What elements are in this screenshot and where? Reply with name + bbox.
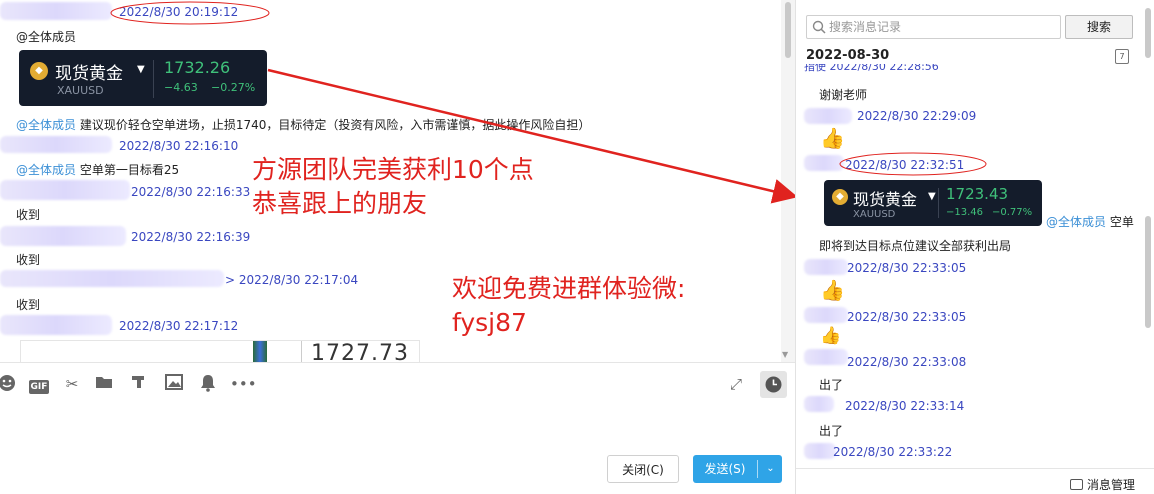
- message-text: 谢谢老师: [819, 88, 868, 102]
- quote-divider: [938, 188, 939, 218]
- send-label: 发送(S): [704, 462, 746, 476]
- history-date: 2022-08-30: [806, 48, 890, 63]
- message-manager-label: 消息管理: [1087, 478, 1136, 492]
- blurred-sender-name: [804, 349, 848, 365]
- message-manager-icon: [1070, 479, 1083, 490]
- blurred-sender-name: [804, 259, 848, 275]
- input-toolbar: GIF ✂ ••• ⤢: [0, 362, 795, 406]
- gif-icon[interactable]: GIF: [28, 374, 50, 394]
- message-timestamp: 指使 2022/8/30 22:28:56: [804, 64, 939, 73]
- quote-change-pct: −0.77%: [992, 207, 1033, 218]
- history-scrollbar-thumb-top[interactable]: [1145, 8, 1151, 58]
- expand-icon[interactable]: ⤢: [726, 374, 746, 394]
- message-timestamp: 2022/8/30 22:33:08: [847, 355, 967, 369]
- footer-divider: [796, 468, 1154, 469]
- mention-all[interactable]: @全体成员: [1046, 215, 1106, 229]
- message-text: 空单: [1109, 215, 1134, 229]
- quote-change: −13.46: [946, 207, 984, 218]
- send-divider: [757, 460, 758, 478]
- message-history-panel: 搜索 2022-08-30 7 指使 2022/8/30 22:28:56 谢谢…: [795, 0, 1154, 494]
- gold-coin-icon: ◆: [832, 189, 848, 205]
- thumbs-up-emoji: 👍: [820, 278, 845, 302]
- message-timestamp: 2022/8/30 22:33:14: [845, 399, 965, 413]
- message-timestamp: 2022/8/30 22:33:05: [847, 310, 967, 324]
- blurred-sender-name: [804, 307, 848, 323]
- emoji-icon[interactable]: [0, 374, 17, 394]
- history-toggle-button[interactable]: [760, 371, 787, 398]
- search-icon: [812, 20, 826, 34]
- message-timestamp: 2022/8/30 22:29:09: [857, 109, 977, 123]
- message-timestamp: 2022/8/30 22:33:05: [847, 261, 967, 275]
- more-icon[interactable]: •••: [230, 374, 257, 394]
- blurred-sender-name: [804, 108, 852, 124]
- gold-quote-card[interactable]: ◆ 现货黄金 ▼ XAUUSD 1723.43 −13.46 −0.77%: [824, 180, 1042, 226]
- quote-price: 1723.43: [946, 185, 1009, 203]
- blurred-sender-name: [804, 443, 836, 459]
- send-options-chevron-icon[interactable]: ⌄: [759, 455, 782, 483]
- send-button[interactable]: 发送(S) ⌄: [693, 455, 782, 483]
- message-text: 出了: [819, 378, 844, 392]
- message-manager-link[interactable]: 消息管理: [1070, 476, 1135, 493]
- quote-name: 现货黄金: [853, 190, 918, 209]
- thumbs-up-emoji: 👍: [820, 326, 842, 346]
- search-button[interactable]: 搜索: [1065, 15, 1133, 39]
- search-box[interactable]: [806, 15, 1061, 39]
- blurred-sender-name: [804, 396, 834, 412]
- chat-message: @全体成员 空单: [1046, 213, 1134, 230]
- message-text: 出了: [819, 424, 844, 438]
- folder-icon[interactable]: [94, 374, 114, 394]
- calendar-icon[interactable]: 7: [1115, 49, 1129, 64]
- thumbs-up-emoji: 👍: [820, 126, 845, 150]
- scissors-icon[interactable]: ✂: [62, 374, 82, 394]
- rich-text-icon[interactable]: [128, 374, 148, 394]
- clock-icon: [765, 376, 782, 393]
- red-circle-annotation: [839, 152, 987, 176]
- quote-symbol: XAUUSD: [853, 209, 896, 220]
- message-timestamp: 2022/8/30 22:33:22: [833, 445, 953, 459]
- close-button[interactable]: 关闭(C): [607, 455, 679, 483]
- search-input[interactable]: [829, 16, 1057, 38]
- history-message-list: 指使 2022/8/30 22:28:56 谢谢老师 2022/8/30 22:…: [796, 64, 1141, 469]
- message-text: 即将到达目标点位建议全部获利出局: [819, 239, 1012, 253]
- bell-icon[interactable]: [198, 374, 218, 394]
- history-scrollbar-thumb[interactable]: [1145, 216, 1151, 328]
- caret-down-icon: ▼: [928, 191, 936, 202]
- image-icon[interactable]: [164, 374, 184, 394]
